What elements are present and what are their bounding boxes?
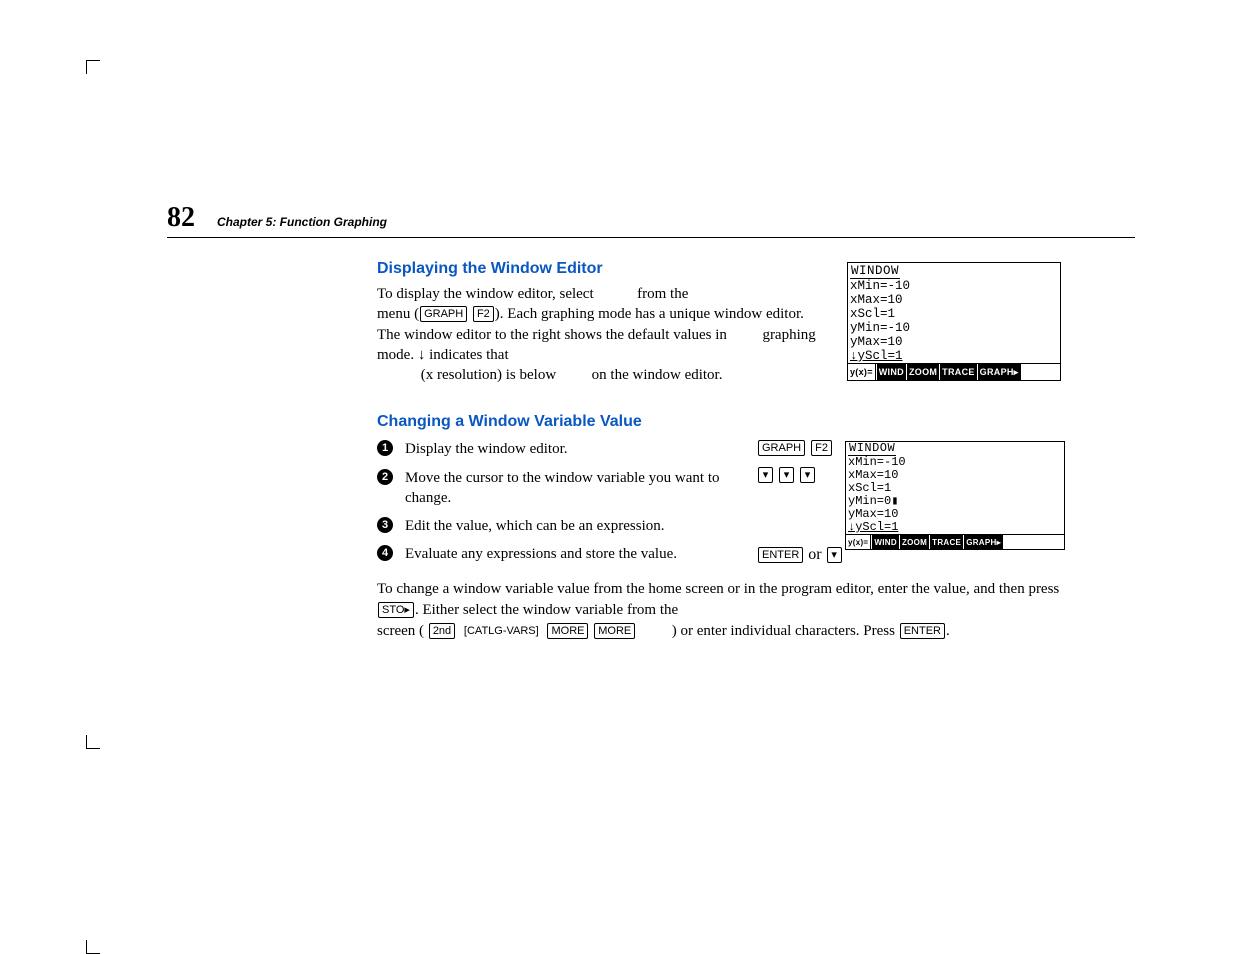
section-heading-changing: Changing a Window Variable Value [377, 413, 1067, 431]
page-number: 82 [167, 202, 195, 234]
crop-mark [86, 735, 87, 749]
crop-mark [86, 748, 100, 749]
text: menu ( [377, 306, 419, 322]
step-4: 4 Evaluate any expressions and store the … [377, 544, 745, 564]
lcd-menu-item: WIND [877, 364, 906, 380]
lcd-menu-bar: y(x)= WIND ZOOM TRACE GRAPH▸ [846, 534, 1064, 549]
lcd-line: xScl=1 [850, 307, 895, 321]
lcd-line: yMax=10 [848, 507, 898, 521]
step-text: Edit the value, which can be an expressi… [405, 518, 665, 534]
text: . [946, 623, 950, 639]
text: (x resolution) is below [421, 367, 556, 383]
lcd-line: xMax=10 [848, 468, 898, 482]
step1-keys: GRAPH F2 [757, 439, 833, 457]
step-3: 3 Edit the value, which can be an express… [377, 516, 745, 536]
bottom-paragraph: To change a window variable value from t… [377, 579, 1077, 642]
text: To change a window variable value from t… [377, 581, 1059, 597]
text: . Either select the window variable from… [415, 602, 678, 618]
lcd-line: xScl=1 [848, 481, 891, 495]
key-more: MORE [547, 623, 588, 639]
lcd-menu-item: y(x)= [848, 364, 876, 380]
key-graph: GRAPH [420, 306, 467, 322]
key-more: MORE [594, 623, 635, 639]
lcd-menu-item: GRAPH▸ [978, 364, 1021, 380]
text: screen ( [377, 623, 428, 639]
key-graph: GRAPH [758, 440, 805, 456]
key-2nd: 2nd [429, 623, 455, 639]
section1-paragraph: To display the window editor, select fro… [377, 284, 817, 385]
lcd-menu-item: ZOOM [907, 364, 939, 380]
page-header: 82 Chapter 5: Function Graphing [167, 202, 1135, 238]
lcd-line: ↓yScl=1 [848, 520, 898, 534]
main-content: Displaying the Window Editor To display … [377, 260, 1067, 642]
step-text: Evaluate any expressions and store the v… [405, 546, 677, 562]
crop-mark [86, 940, 87, 954]
text: or [804, 546, 825, 563]
step-2: 2 Move the cursor to the window variable … [377, 468, 745, 509]
lcd-menu-item: WIND [872, 535, 899, 549]
step-text: Move the cursor to the window variable y… [405, 470, 720, 506]
key-sto: STO▸ [378, 602, 414, 618]
crop-mark [86, 60, 87, 74]
key-f2: F2 [811, 440, 832, 456]
key-down-icon: ▾ [779, 467, 794, 483]
step2-keys: ▾ ▾ ▾ [757, 466, 816, 484]
key-down-icon: ▾ [758, 467, 773, 483]
lcd-menu-item: TRACE [940, 364, 977, 380]
text: To display the window editor, select [377, 286, 594, 302]
lcd-title: WINDOW [848, 442, 896, 456]
text: ) or enter individual characters. Press [672, 623, 899, 639]
lcd-menu-item: GRAPH▸ [964, 535, 1003, 549]
lcd-line: xMin=-10 [850, 279, 910, 293]
lcd-line: xMin=-10 [848, 455, 906, 469]
crop-mark [86, 60, 100, 61]
step-text: Display the window editor. [405, 441, 567, 457]
text: from the [637, 286, 688, 302]
calculator-screen-1: WINDOW xMin=-10 xMax=10 xScl=1 yMin=-10 … [847, 262, 1061, 381]
bullet-icon: 1 [377, 440, 393, 456]
steps-list: 1 Display the window editor. 2 Move the cu… [377, 439, 745, 564]
text: on the window editor. [592, 367, 723, 383]
lcd-line: yMin=0▮ [848, 494, 898, 508]
key-enter: ENTER [758, 547, 803, 563]
key-enter: ENTER [900, 623, 945, 639]
step4-keys: ENTER or ▾ [757, 546, 843, 564]
lcd-menu-bar: y(x)= WIND ZOOM TRACE GRAPH▸ [848, 363, 1060, 380]
key-catlg-vars: [CATLG-VARS] [461, 624, 542, 638]
bullet-icon: 4 [377, 545, 393, 561]
lcd-menu-item: ZOOM [900, 535, 929, 549]
lcd-menu-item: TRACE [930, 535, 963, 549]
lcd-line: xMax=10 [850, 293, 903, 307]
lcd-menu-item: y(x)= [846, 535, 871, 549]
key-f2: F2 [473, 306, 494, 322]
lcd-line: yMax=10 [850, 335, 903, 349]
calculator-screen-2: WINDOW xMin=-10 xMax=10 xScl=1 yMin=0▮ y… [845, 441, 1065, 550]
bullet-icon: 3 [377, 517, 393, 533]
lcd-title: WINDOW [850, 264, 900, 279]
chapter-title: Chapter 5: Function Graphing [217, 215, 387, 229]
lcd-line: ↓yScl=1 [850, 349, 903, 363]
lcd-line: yMin=-10 [850, 321, 910, 335]
key-down-icon: ▾ [800, 467, 815, 483]
key-down-icon: ▾ [827, 547, 842, 563]
step-1: 1 Display the window editor. [377, 439, 745, 459]
bullet-icon: 2 [377, 469, 393, 485]
